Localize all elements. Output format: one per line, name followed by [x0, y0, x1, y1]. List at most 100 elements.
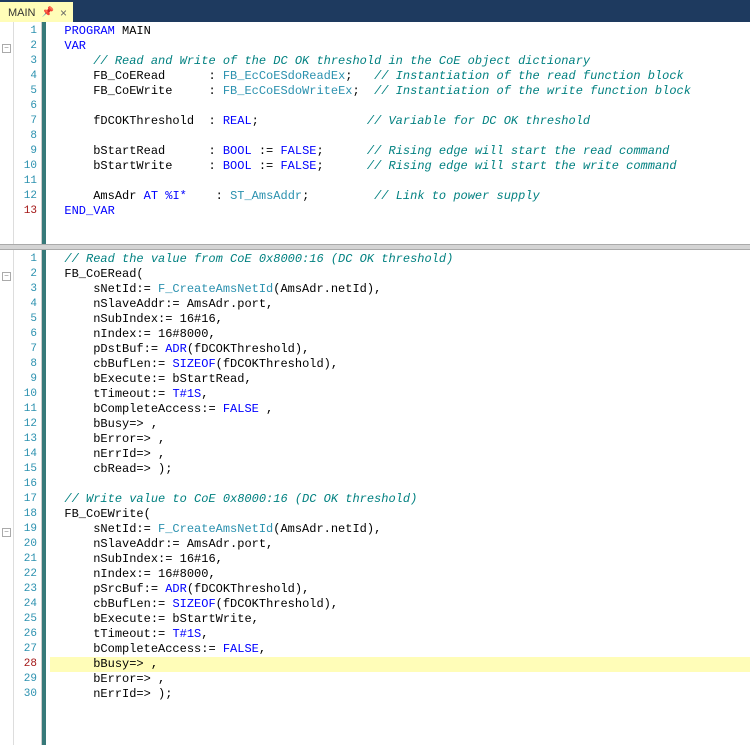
code-line[interactable]: nIndex:= 16#8000,: [50, 567, 750, 582]
code-line[interactable]: bExecute:= bStartWrite,: [50, 612, 750, 627]
tab-bar: MAIN 📌 ×: [0, 0, 750, 22]
line-number: 3: [14, 54, 37, 69]
code-line[interactable]: bError=> ,: [50, 432, 750, 447]
fold-marker: [2, 557, 12, 572]
fold-marker[interactable]: −: [2, 41, 12, 56]
code-line[interactable]: pSrcBuf:= ADR(fDCOKThreshold),: [50, 582, 750, 597]
line-number: 3: [14, 282, 37, 297]
fold-marker: [2, 169, 12, 184]
line-number: 13: [14, 204, 37, 219]
code-line[interactable]: nErrId=> );: [50, 687, 750, 702]
implementation-pane[interactable]: −−12345678910111213141516171819202122232…: [0, 250, 750, 745]
fold-marker: [2, 701, 12, 716]
line-number: 9: [14, 372, 37, 387]
fold-marker: [2, 57, 12, 72]
code-line[interactable]: FB_CoERead : FB_EcCoESdoReadEx; // Insta…: [50, 69, 750, 84]
fold-marker: [2, 201, 12, 216]
line-number: 6: [14, 99, 37, 114]
line-number: 18: [14, 507, 37, 522]
code-line[interactable]: PROGRAM MAIN: [50, 24, 750, 39]
fold-marker: [2, 413, 12, 428]
code-line[interactable]: END_VAR: [50, 204, 750, 219]
line-number: 1: [14, 24, 37, 39]
fold-marker[interactable]: −: [2, 269, 12, 284]
code-line[interactable]: sNetId:= F_CreateAmsNetId(AmsAdr.netId),: [50, 522, 750, 537]
code-line[interactable]: [50, 99, 750, 114]
fold-marker: [2, 493, 12, 508]
line-number: 2: [14, 267, 37, 282]
line-number: 16: [14, 477, 37, 492]
fold-marker: [2, 253, 12, 268]
line-number: 12: [14, 189, 37, 204]
fold-marker: [2, 717, 12, 732]
fold-marker: [2, 429, 12, 444]
code-line[interactable]: [50, 477, 750, 492]
code-line[interactable]: nIndex:= 16#8000,: [50, 327, 750, 342]
code-line[interactable]: nSubIndex:= 16#16,: [50, 312, 750, 327]
fold-marker: [2, 685, 12, 700]
code-line[interactable]: cbBufLen:= SIZEOF(fDCOKThreshold),: [50, 597, 750, 612]
line-number: 22: [14, 567, 37, 582]
fold-marker: [2, 333, 12, 348]
fold-marker: [2, 621, 12, 636]
declarations-pane[interactable]: −12345678910111213 PROGRAM MAIN VAR // R…: [0, 22, 750, 244]
line-number-gutter: 12345678910111213: [14, 22, 42, 244]
close-icon[interactable]: ×: [60, 6, 67, 20]
fold-marker: [2, 349, 12, 364]
code-line[interactable]: pDstBuf:= ADR(fDCOKThreshold),: [50, 342, 750, 357]
code-line[interactable]: bBusy=> ,: [50, 657, 750, 672]
fold-marker: [2, 573, 12, 588]
code-line[interactable]: bExecute:= bStartRead,: [50, 372, 750, 387]
fold-marker: [2, 509, 12, 524]
code-line[interactable]: bError=> ,: [50, 672, 750, 687]
code-line[interactable]: [50, 174, 750, 189]
code-line[interactable]: nErrId=> ,: [50, 447, 750, 462]
fold-marker: [2, 669, 12, 684]
code-line[interactable]: nSlaveAddr:= AmsAdr.port,: [50, 537, 750, 552]
code-line[interactable]: FB_CoEWrite(: [50, 507, 750, 522]
fold-marker: [2, 153, 12, 168]
fold-marker: [2, 185, 12, 200]
code-line[interactable]: AmsAdr AT %I* : ST_AmsAddr; // Link to p…: [50, 189, 750, 204]
code-line[interactable]: bStartRead : BOOL := FALSE; // Rising ed…: [50, 144, 750, 159]
code-line[interactable]: cbBufLen:= SIZEOF(fDCOKThreshold),: [50, 357, 750, 372]
code-line[interactable]: FB_CoERead(: [50, 267, 750, 282]
code-line[interactable]: VAR: [50, 39, 750, 54]
code-line[interactable]: fDCOKThreshold : REAL; // Variable for D…: [50, 114, 750, 129]
code-line[interactable]: FB_CoEWrite : FB_EcCoESdoWriteEx; // Ins…: [50, 84, 750, 99]
code-area[interactable]: PROGRAM MAIN VAR // Read and Write of th…: [46, 22, 750, 244]
code-line[interactable]: sNetId:= F_CreateAmsNetId(AmsAdr.netId),: [50, 282, 750, 297]
code-line[interactable]: bStartWrite : BOOL := FALSE; // Rising e…: [50, 159, 750, 174]
code-line[interactable]: tTimeout:= T#1S,: [50, 387, 750, 402]
line-number: 1: [14, 252, 37, 267]
code-line[interactable]: // Read the value from CoE 0x8000:16 (DC…: [50, 252, 750, 267]
line-number: 4: [14, 69, 37, 84]
fold-gutter[interactable]: −: [0, 22, 14, 244]
line-number: 20: [14, 537, 37, 552]
code-line[interactable]: // Write value to CoE 0x8000:16 (DC OK t…: [50, 492, 750, 507]
code-line[interactable]: tTimeout:= T#1S,: [50, 627, 750, 642]
code-line[interactable]: bCompleteAccess:= FALSE ,: [50, 402, 750, 417]
fold-marker: [2, 285, 12, 300]
line-number: 4: [14, 297, 37, 312]
code-line[interactable]: // Read and Write of the DC OK threshold…: [50, 54, 750, 69]
fold-marker[interactable]: −: [2, 525, 12, 540]
pin-icon[interactable]: 📌: [42, 7, 54, 18]
tab-main[interactable]: MAIN 📌 ×: [0, 2, 73, 22]
code-line[interactable]: bBusy=> ,: [50, 417, 750, 432]
fold-gutter[interactable]: −−: [0, 250, 14, 745]
code-line[interactable]: [50, 129, 750, 144]
fold-marker: [2, 445, 12, 460]
fold-marker: [2, 541, 12, 556]
fold-marker: [2, 589, 12, 604]
code-area[interactable]: // Read the value from CoE 0x8000:16 (DC…: [46, 250, 750, 745]
code-line[interactable]: nSlaveAddr:= AmsAdr.port,: [50, 297, 750, 312]
line-number: 9: [14, 144, 37, 159]
fold-marker: [2, 137, 12, 152]
fold-marker: [2, 217, 12, 232]
line-number: 11: [14, 174, 37, 189]
code-line[interactable]: bCompleteAccess:= FALSE,: [50, 642, 750, 657]
code-line[interactable]: cbRead=> );: [50, 462, 750, 477]
code-line[interactable]: nSubIndex:= 16#16,: [50, 552, 750, 567]
line-number: 8: [14, 129, 37, 144]
